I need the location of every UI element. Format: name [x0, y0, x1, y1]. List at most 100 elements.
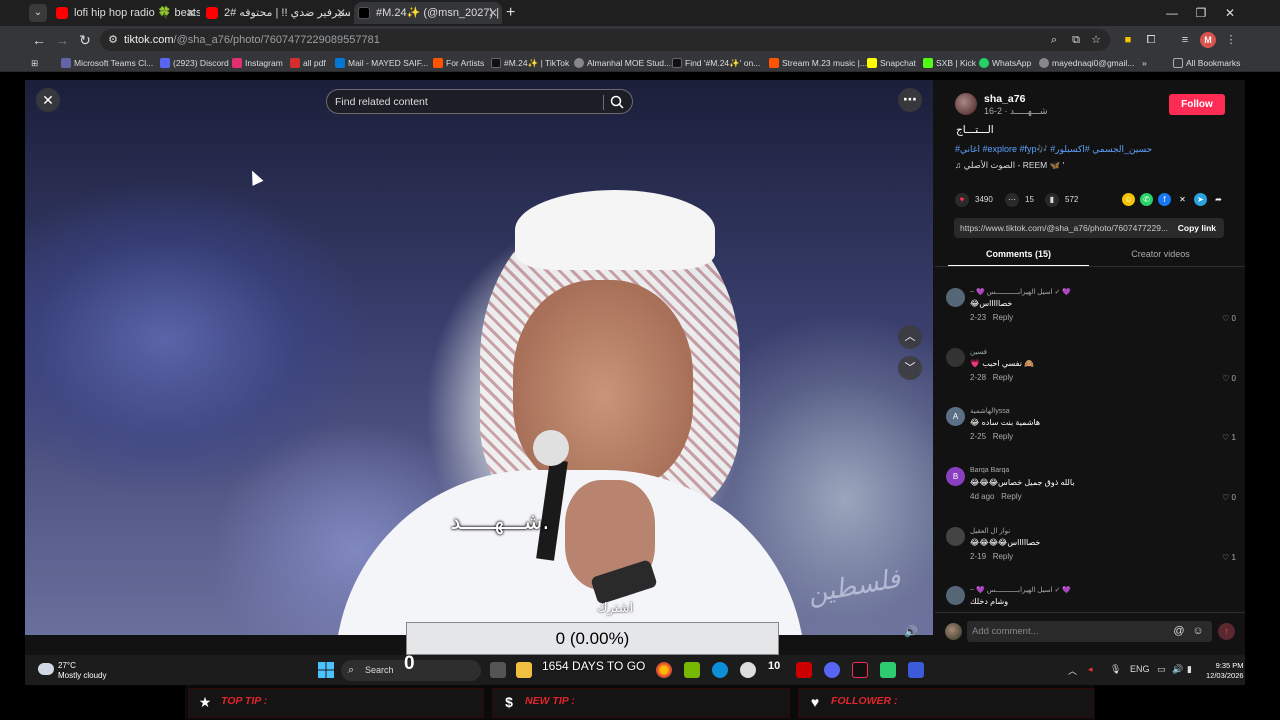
reload-button[interactable]: ↻: [75, 30, 95, 50]
zoom-icon[interactable]: ⌕: [1046, 32, 1062, 48]
profile-avatar[interactable]: M: [1200, 32, 1216, 48]
extension-icon[interactable]: ■: [1119, 31, 1137, 49]
post-photo[interactable]: شـــهـــــد. اشترك فلسطين: [25, 80, 933, 635]
like-stat[interactable]: ♥ 3490: [955, 192, 993, 208]
tab-lofi[interactable]: lofi hip hop radio 🍀 beats to r ✕: [52, 2, 200, 24]
close-window-button[interactable]: ✕: [1216, 2, 1244, 24]
bookmark-item[interactable]: Stream M.23 music |...: [769, 56, 867, 70]
post-sound[interactable]: ♫ الصوت الأصلي - REEM 🦋 ': [955, 160, 1064, 171]
share-url[interactable]: https://www.tiktok.com/@sha_a76/photo/76…: [960, 218, 1170, 238]
adobe-icon[interactable]: [796, 662, 812, 678]
app-icon[interactable]: [740, 662, 756, 678]
comment-avatar[interactable]: [946, 527, 965, 546]
bookmark-item[interactable]: Mail - MAYED SAIF...: [335, 56, 428, 70]
copy-link-button[interactable]: Copy link: [1178, 218, 1216, 238]
more-options-button[interactable]: ⋯: [898, 88, 922, 112]
bookmark-item[interactable]: #M.24✨ | TikTok: [491, 56, 569, 70]
all-bookmarks[interactable]: All Bookmarks: [1173, 56, 1240, 70]
follow-button[interactable]: Follow: [1169, 94, 1225, 115]
install-app-icon[interactable]: ⧉: [1068, 32, 1084, 48]
reply-button[interactable]: Reply: [993, 432, 1013, 441]
close-tab-icon[interactable]: ✕: [488, 2, 498, 24]
tray-chevron-icon[interactable]: ︿: [1068, 664, 1077, 677]
close-viewer-button[interactable]: ✕: [36, 88, 60, 112]
next-post-button[interactable]: ﹀: [898, 356, 922, 380]
bookmark-item[interactable]: Instagram: [232, 56, 283, 70]
weather-widget[interactable]: 27°C Mostly cloudy: [38, 661, 106, 681]
taskbar-clock[interactable]: 9:35 PM 12/03/2026: [1206, 661, 1244, 681]
reading-list-icon[interactable]: ≡: [1176, 31, 1194, 49]
search-icon[interactable]: [609, 94, 625, 110]
share-telegram-icon[interactable]: ➤: [1194, 193, 1207, 206]
bookmark-item[interactable]: SXB | Kick: [923, 56, 976, 70]
mention-icon[interactable]: @: [1172, 624, 1186, 638]
comment-like[interactable]: ♡ 0: [1222, 314, 1236, 323]
task-view-icon[interactable]: [490, 662, 506, 678]
comment-avatar[interactable]: B: [946, 467, 965, 486]
language-indicator[interactable]: ENG: [1130, 664, 1150, 674]
tab-comments[interactable]: Comments (15): [948, 246, 1089, 266]
creator-avatar[interactable]: [955, 93, 977, 115]
tab-creator-videos[interactable]: Creator videos: [1090, 246, 1231, 266]
tiktok-icon[interactable]: [852, 662, 868, 678]
back-button[interactable]: ←: [29, 30, 49, 50]
bookmark-item[interactable]: all pdf: [290, 56, 326, 70]
bookmark-item[interactable]: Microsoft Teams Cl...: [61, 56, 153, 70]
comment-author[interactable]: نوار ال العقيل: [970, 527, 1010, 535]
previous-post-button[interactable]: ︿: [898, 325, 922, 349]
bookmark-item[interactable]: For Artists: [433, 56, 484, 70]
tab-tiktok-active[interactable]: #M.24✨ (@msn_2027) | Tik ✕: [354, 2, 502, 24]
edge-icon[interactable]: [712, 662, 728, 678]
extensions-puzzle-icon[interactable]: ⧠: [1142, 31, 1160, 49]
microphone-icon[interactable]: 🎙: [1110, 664, 1121, 675]
bookmark-item[interactable]: Snapchat: [867, 56, 916, 70]
comment-avatar[interactable]: A: [946, 407, 965, 426]
share-x-icon[interactable]: ✕: [1176, 193, 1189, 206]
post-hashtags[interactable]: #اغاني #explore #fyp🎶 #حسين_الجسمي #اكسب…: [955, 144, 1235, 155]
bookmark-item[interactable]: (2923) Discord: [160, 56, 229, 70]
reply-button[interactable]: Reply: [1001, 492, 1021, 501]
reply-button[interactable]: Reply: [993, 313, 1013, 322]
bookmark-item[interactable]: Find '#M.24✨' on...: [672, 56, 760, 70]
maximize-button[interactable]: ❐: [1187, 2, 1215, 24]
comment-author[interactable]: ~ 💜 اسيل الهيرابـــــــــــس ✓ 💜: [970, 586, 1071, 594]
comment-author[interactable]: الهاشميةyssa: [970, 407, 1010, 415]
bookmark-item[interactable]: mayednaqi0@gmail...: [1039, 56, 1134, 70]
comment-avatar[interactable]: [946, 586, 965, 605]
send-comment-button[interactable]: ↑: [1218, 623, 1235, 640]
comment-author[interactable]: فسين: [970, 348, 987, 356]
share-facebook-icon[interactable]: f: [1158, 193, 1171, 206]
tab-youtube-2[interactable]: كل السيرفير ضدي !! | محتوفه #2 ✕: [202, 2, 350, 24]
reply-button[interactable]: Reply: [993, 373, 1013, 382]
comment-author[interactable]: Barqa Barqa: [970, 467, 1009, 474]
more-bookmarks-icon[interactable]: »: [1142, 56, 1147, 70]
share-whatsapp-icon[interactable]: ✆: [1140, 193, 1153, 206]
comment-like[interactable]: ♡ 1: [1222, 433, 1236, 442]
volume-icon[interactable]: 🔊: [1172, 664, 1183, 675]
browser-menu-icon[interactable]: ⋮: [1222, 31, 1240, 49]
app-icon[interactable]: [908, 662, 924, 678]
chrome-icon[interactable]: [656, 662, 672, 678]
comment-avatar[interactable]: [946, 288, 965, 307]
comment-like[interactable]: ♡ 0: [1222, 374, 1236, 383]
bookmark-star-icon[interactable]: ☆: [1088, 32, 1104, 48]
nvidia-icon[interactable]: [684, 662, 700, 678]
bookmark-item[interactable]: Almanhal MOE Stud...: [574, 56, 671, 70]
comment-like[interactable]: ♡ 0: [1222, 493, 1236, 502]
network-icon[interactable]: ▭: [1157, 664, 1166, 675]
app-icon[interactable]: [880, 662, 896, 678]
close-tab-icon[interactable]: ✕: [336, 2, 346, 24]
apps-grid-icon[interactable]: ⊞: [31, 56, 38, 70]
emoji-icon[interactable]: ☺: [1191, 624, 1205, 638]
bookmark-item[interactable]: WhatsApp: [979, 56, 1031, 70]
file-explorer-icon[interactable]: [516, 662, 532, 678]
windows-start-icon[interactable]: [318, 662, 334, 678]
close-tab-icon[interactable]: ✕: [186, 2, 196, 24]
new-tab-button[interactable]: +: [506, 2, 515, 24]
site-info-icon[interactable]: ⚙: [105, 32, 121, 48]
tab-search-button[interactable]: ⌄: [29, 4, 47, 22]
discord-icon[interactable]: [824, 662, 840, 678]
related-search-input[interactable]: [335, 93, 597, 111]
creator-username[interactable]: sha_a76: [984, 93, 1025, 105]
comment-stat[interactable]: ⋯ 15: [1005, 192, 1034, 208]
